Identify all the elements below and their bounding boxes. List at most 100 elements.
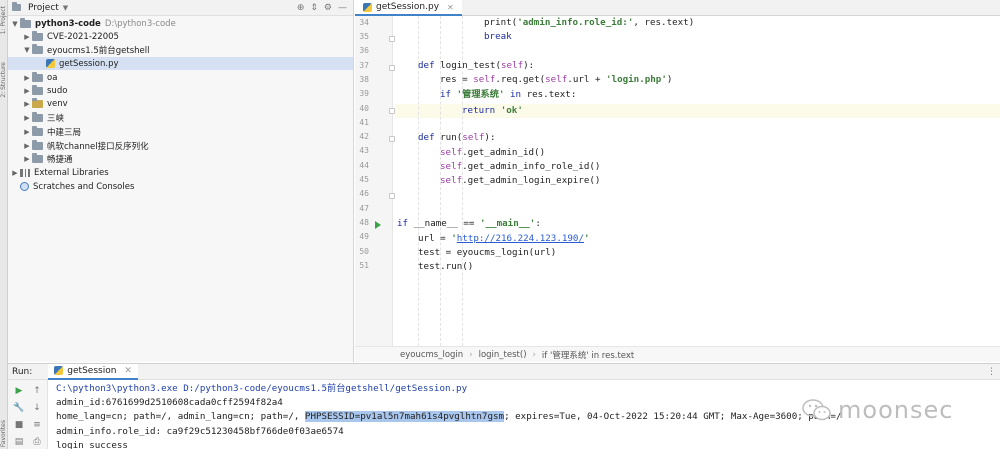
folder-icon [32, 139, 43, 150]
tree-item-root[interactable]: ▼ python3-code D:\python3-code [10, 17, 176, 30]
rerun-icon[interactable]: ▶ [12, 385, 26, 397]
project-folder-icon [12, 2, 21, 11]
tree-item-folder[interactable]: ▶ 三峡 [22, 111, 64, 124]
code-line-49: url = 'http://216.224.123.190/' [418, 233, 590, 244]
tree-item-folder[interactable]: ▶ CVE-2021-22005 [22, 30, 119, 43]
gear-icon[interactable]: ⚙ [324, 3, 332, 13]
python-file-icon [363, 2, 372, 12]
line-number: 35 [359, 32, 369, 41]
line-number: 39 [359, 89, 369, 98]
chevron-right-icon[interactable]: ▶ [22, 33, 32, 41]
tree-item-label: getSession.py [59, 58, 119, 69]
hide-icon[interactable]: — [338, 3, 347, 13]
chevron-right-icon[interactable]: ▶ [22, 100, 32, 108]
chevron-right-icon[interactable]: ▶ [22, 142, 32, 150]
soft-wrap-icon[interactable]: ≡ [30, 419, 44, 431]
dropdown-arrow-icon[interactable]: ▼ [63, 4, 68, 12]
line-number: 48 [359, 218, 369, 227]
chevron-right-icon[interactable]: ▶ [22, 128, 32, 136]
collapse-all-icon[interactable]: ⇕ [310, 3, 318, 13]
stop-icon[interactable]: ■ [12, 419, 26, 431]
tree-item-label: External Libraries [34, 167, 109, 178]
chevron-right-icon[interactable]: ▶ [22, 155, 32, 163]
python-file-icon [54, 366, 64, 375]
down-arrow-icon[interactable]: ↓ [30, 402, 44, 414]
tree-item-folder[interactable]: ▶ 中建三局 [22, 125, 81, 138]
tree-item-label: python3-code [35, 18, 101, 29]
folder-icon [20, 17, 31, 28]
project-panel-header: Project ▼ ⊕ ⇕ ⚙ — [8, 0, 353, 16]
code-line-40: return 'ok' [462, 105, 523, 116]
line-number: 46 [359, 189, 369, 198]
tree-item-external-libraries[interactable]: ▶ External Libraries [10, 166, 109, 179]
tree-item-folder[interactable]: ▼ eyoucms1.5前台getshell [22, 43, 149, 56]
console-line: admin_info.role_id: ca9f29c51230458bf766… [56, 426, 344, 437]
python-file-icon [46, 59, 55, 68]
tree-item-label: 中建三局 [47, 127, 82, 138]
run-tab-getsession[interactable]: getSession ✕ [48, 363, 138, 380]
tree-item-label: CVE-2021-22005 [47, 31, 119, 42]
breadcrumb-item[interactable]: login_test() [479, 350, 527, 360]
run-toolbar: ▶ ↑ 🔧 ↓ ■ ≡ ▤ ⎙ [8, 380, 48, 449]
chevron-down-icon[interactable]: ▼ [22, 46, 32, 54]
close-icon[interactable]: ✕ [447, 3, 454, 12]
run-gutter-icon[interactable] [375, 221, 381, 229]
tree-item-folder[interactable]: ▶ oa [22, 71, 57, 84]
breadcrumb: eyoucms_login › login_test() › if '管理系统'… [355, 346, 1000, 362]
project-panel-title[interactable]: Project [28, 3, 59, 13]
project-tool-tab[interactable]: 1: Project [0, 6, 7, 34]
structure-tool-tab[interactable]: 2: Structure [0, 62, 7, 98]
folder-icon [32, 97, 43, 108]
folder-icon [32, 152, 43, 163]
chevron-right-icon[interactable]: ▶ [22, 114, 32, 122]
up-arrow-icon[interactable]: ↑ [30, 385, 44, 397]
run-panel-header: Run: getSession ✕ ⋮ [8, 363, 1000, 380]
breadcrumb-item[interactable]: if '管理系统' in res.text [542, 349, 634, 361]
console-line: home_lang=cn; path=/, admin_lang=cn; pat… [56, 411, 842, 422]
line-number: 41 [359, 118, 369, 127]
tree-item-folder[interactable]: ▶ venv [22, 97, 68, 110]
watermark-text: moonsec [838, 396, 954, 424]
tree-item-label: 三峡 [47, 113, 65, 124]
tree-item-label: Scratches and Consoles [33, 181, 135, 192]
breadcrumb-item[interactable]: eyoucms_login [400, 350, 463, 360]
watermark: moonsec [802, 392, 953, 428]
line-number: 47 [359, 204, 369, 213]
layout-icon[interactable]: ▤ [12, 436, 26, 448]
gear-icon[interactable]: ⋮ [987, 367, 996, 377]
tree-item-label: sudo [47, 85, 68, 96]
line-number: 36 [359, 46, 369, 55]
project-panel: Project ▼ ⊕ ⇕ ⚙ — ▼ python3-code D:\pyth… [8, 0, 354, 362]
line-number: 43 [359, 146, 369, 155]
close-icon[interactable]: ✕ [124, 366, 132, 376]
tree-item-label: venv [47, 98, 68, 109]
chevron-right-icon[interactable]: ▶ [22, 74, 32, 82]
tree-item-label: 帆软channel接口反序列化 [47, 141, 149, 152]
code-line-48: if __name__ == '__main__': [397, 218, 541, 229]
code-area[interactable]: print('admin_info.role_id:', res.text) b… [395, 16, 1000, 346]
selected-text: PHPSESSID=pv1al5n7mah61s4pvglhtn7gsm [304, 411, 505, 422]
editor-tab-getsession[interactable]: getSession.py ✕ [355, 0, 462, 16]
tree-item-folder[interactable]: ▶ sudo [22, 84, 67, 97]
folder-icon [32, 71, 43, 82]
code-line-42: def run(self): [418, 132, 496, 143]
print-icon[interactable]: ⎙ [30, 436, 44, 448]
tree-item-label: oa [47, 72, 58, 83]
chevron-right-icon[interactable]: ▶ [22, 87, 32, 95]
run-tab-label: getSession [67, 365, 117, 376]
favorites-tool-tab[interactable]: Favorites [0, 420, 7, 447]
code-line-39: if '管理系统' in res.text: [440, 89, 577, 100]
line-number: 49 [359, 232, 369, 241]
line-number: 40 [359, 104, 369, 113]
tree-item-scratches[interactable]: Scratches and Consoles [20, 180, 134, 193]
library-icon [20, 168, 30, 177]
locate-icon[interactable]: ⊕ [297, 3, 305, 13]
chevron-down-icon[interactable]: ▼ [10, 20, 20, 28]
chevron-right-icon[interactable]: ▶ [10, 169, 20, 177]
url-link[interactable]: http://216.224.123.190/ [457, 233, 584, 244]
tree-item-folder[interactable]: ▶ 帆软channel接口反序列化 [22, 139, 149, 152]
tree-item-file-selected[interactable]: getSession.py [8, 57, 353, 70]
wrench-icon[interactable]: 🔧 [12, 402, 26, 414]
tree-item-folder[interactable]: ▶ 畅捷通 [22, 152, 73, 165]
line-number: 50 [359, 247, 369, 256]
